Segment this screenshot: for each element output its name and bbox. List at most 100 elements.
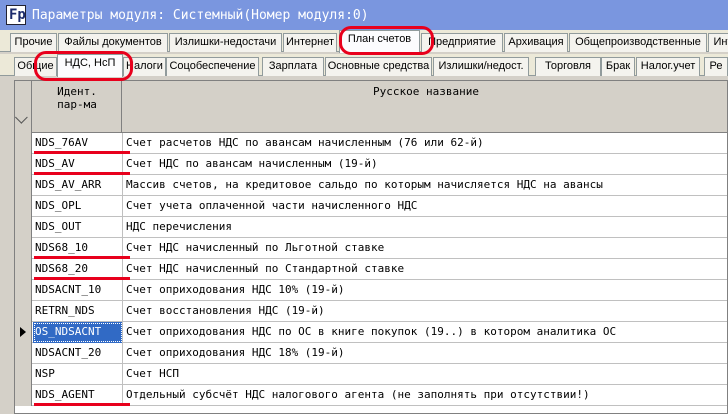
row-indicator[interactable] — [15, 280, 32, 301]
cell-id[interactable]: NDSACNT_20 — [33, 343, 123, 364]
table-row[interactable]: NSP Счет НСП — [15, 364, 727, 385]
tab-label: Прочие — [14, 36, 53, 48]
table-row[interactable]: NDSACNT_20 Счет оприходования НДС 18% (19… — [15, 343, 727, 364]
table-row[interactable]: NDS_AV_ARR Массив счетов, на кредитовое с… — [15, 175, 727, 196]
row-indicator[interactable] — [15, 217, 32, 238]
highlight-underline — [34, 403, 130, 406]
title-bar[interactable]: Fp Параметры модуля: Системный(Номер мод… — [0, 0, 728, 30]
row-indicator[interactable] — [15, 196, 32, 217]
cell-name[interactable]: Счет НДС начисленный по Стандартной став… — [124, 259, 727, 280]
tab-label: Инт — [713, 36, 728, 48]
tab-secondary-1[interactable]: НДС, НсП — [57, 54, 123, 77]
row-indicator[interactable] — [15, 301, 32, 322]
tab-primary-8[interactable]: Инт — [708, 33, 728, 52]
column-header-id-label: Идент. пар-ма — [57, 85, 97, 111]
tab-primary-5[interactable]: Предприятие — [421, 33, 503, 52]
tab-primary-0[interactable]: Прочие — [10, 33, 57, 52]
cell-name[interactable]: НДС перечисления — [124, 217, 727, 238]
row-indicator[interactable] — [15, 322, 32, 343]
cell-name[interactable]: Счет оприходования НДС 10% (19-й) — [124, 280, 727, 301]
row-indicator[interactable] — [15, 385, 32, 406]
tab-secondary-10[interactable]: Ре — [704, 57, 728, 76]
row-indicator[interactable] — [15, 133, 32, 154]
column-header-id[interactable]: Идент. пар-ма — [33, 81, 122, 133]
tab-secondary-2[interactable]: Налоги — [123, 57, 166, 76]
tab-label: План счетов — [347, 33, 412, 45]
tab-label: Интернет — [286, 36, 334, 48]
tab-secondary-6[interactable]: Излишки/недост. — [433, 57, 529, 76]
tab-row-primary: Прочие Файлы документов Излишки-недостачи И… — [0, 30, 728, 53]
table-row[interactable]: NDS68_10 Счет НДС начисленный по Льготной… — [15, 238, 727, 259]
cell-name[interactable]: Счет НДС по авансам начисленным (19-й) — [124, 154, 727, 175]
table-row[interactable]: RETRN_NDS Счет восстановления НДС (19-й) — [15, 301, 727, 322]
tab-primary-6[interactable]: Архивация — [504, 33, 568, 52]
table-row[interactable]: OS_NDSACNT Счет оприходования НДС по ОС в… — [15, 322, 727, 343]
tab-label: Общепроизводственные — [575, 36, 701, 48]
cell-name[interactable]: Счет расчетов НДС по авансам начисленным… — [124, 133, 727, 154]
current-row-pointer-icon — [20, 327, 26, 337]
highlight-underline — [34, 277, 130, 280]
cell-name[interactable]: Массив счетов, на кредитовое сальдо по к… — [124, 175, 727, 196]
row-indicator[interactable] — [15, 154, 32, 175]
tab-secondary-3[interactable]: Соцобеспечение — [166, 57, 259, 76]
tab-label: Торговля — [545, 60, 591, 72]
tab-row-secondary: Общие НДС, НсП Налоги Соцобеспечение Зарплат… — [0, 54, 728, 77]
row-indicator[interactable] — [15, 364, 32, 385]
tab-secondary-7[interactable]: Торговля — [535, 57, 601, 76]
cell-name[interactable]: Счет НСП — [124, 364, 727, 385]
cell-name[interactable]: Счет НДС начисленный по Льготной ставке — [124, 238, 727, 259]
tab-label: НДС, НсП — [64, 57, 116, 69]
tab-label: Излишки/недост. — [438, 60, 524, 72]
row-indicator[interactable] — [15, 175, 32, 196]
row-indicator[interactable] — [15, 259, 32, 280]
tab-label: Налоги — [126, 60, 163, 72]
tab-label: Излишки-недостачи — [174, 36, 277, 48]
tab-secondary-0[interactable]: Общие — [14, 57, 57, 76]
cell-name[interactable]: Счет учета оплаченной части начисленного… — [124, 196, 727, 217]
cell-id[interactable]: RETRN_NDS — [33, 301, 123, 322]
tab-primary-4[interactable]: План счетов — [339, 30, 420, 53]
tab-primary-2[interactable]: Излишки-недостачи — [169, 33, 282, 52]
app-icon-glyph: Fp — [9, 7, 26, 23]
tab-label: Соцобеспечение — [169, 60, 256, 72]
tab-label: Брак — [605, 60, 631, 72]
tab-primary-1[interactable]: Файлы документов — [58, 33, 168, 52]
parameters-grid: Идент. пар-ма Русское название NDS_76AV С… — [14, 80, 728, 414]
cell-name[interactable]: Счет оприходования НДС 18% (19-й) — [124, 343, 727, 364]
tab-label: Зарплата — [268, 60, 318, 72]
highlight-underline — [34, 151, 130, 154]
table-row[interactable]: NDS_AGENT Отдельный субсчёт НДС налоговог… — [15, 385, 727, 406]
app-icon[interactable]: Fp — [6, 5, 26, 25]
tab-primary-3[interactable]: Интернет — [283, 33, 337, 52]
tab-secondary-5[interactable]: Основные средства — [325, 57, 432, 76]
tab-label: Общие — [17, 60, 54, 72]
column-header-name[interactable]: Русское название — [123, 81, 727, 133]
tab-label: Налог.учет — [640, 60, 696, 72]
cell-name[interactable]: Счет восстановления НДС (19-й) — [124, 301, 727, 322]
cell-name[interactable]: Счет оприходования НДС по ОС в книге пок… — [124, 322, 727, 343]
cell-id[interactable]: NSP — [33, 364, 123, 385]
row-indicator[interactable] — [15, 343, 32, 364]
highlight-underline — [34, 256, 130, 259]
tab-secondary-8[interactable]: Брак — [601, 57, 635, 76]
tab-label: Предприятие — [428, 36, 496, 48]
column-header-name-label: Русское название — [373, 85, 479, 98]
tab-secondary-9[interactable]: Налог.учет — [636, 57, 700, 76]
cell-id[interactable]: NDS_AV_ARR — [33, 175, 123, 196]
table-row[interactable]: NDS_OPL Счет учета оплаченной части начис… — [15, 196, 727, 217]
table-row[interactable]: NDS_AV Счет НДС по авансам начисленным (1… — [15, 154, 727, 175]
table-row[interactable]: NDS68_20 Счет НДС начисленный по Стандарт… — [15, 259, 727, 280]
cell-id[interactable]: NDS_OUT — [33, 217, 123, 238]
row-indicator[interactable] — [15, 238, 32, 259]
table-row[interactable]: NDS_OUT НДС перечисления — [15, 217, 727, 238]
cell-id[interactable]: OS_NDSACNT — [33, 322, 123, 343]
highlight-underline — [34, 172, 130, 175]
cell-id[interactable]: NDS_OPL — [33, 196, 123, 217]
cell-name[interactable]: Отдельный субсчёт НДС налогового агента … — [124, 385, 727, 406]
tab-label: Основные средства — [327, 60, 430, 72]
table-row[interactable]: NDS_76AV Счет расчетов НДС по авансам нач… — [15, 133, 727, 154]
tab-primary-7[interactable]: Общепроизводственные — [569, 33, 707, 52]
table-row[interactable]: NDSACNT_10 Счет оприходования НДС 10% (19… — [15, 280, 727, 301]
tab-secondary-4[interactable]: Зарплата — [262, 57, 324, 76]
cell-id[interactable]: NDSACNT_10 — [33, 280, 123, 301]
